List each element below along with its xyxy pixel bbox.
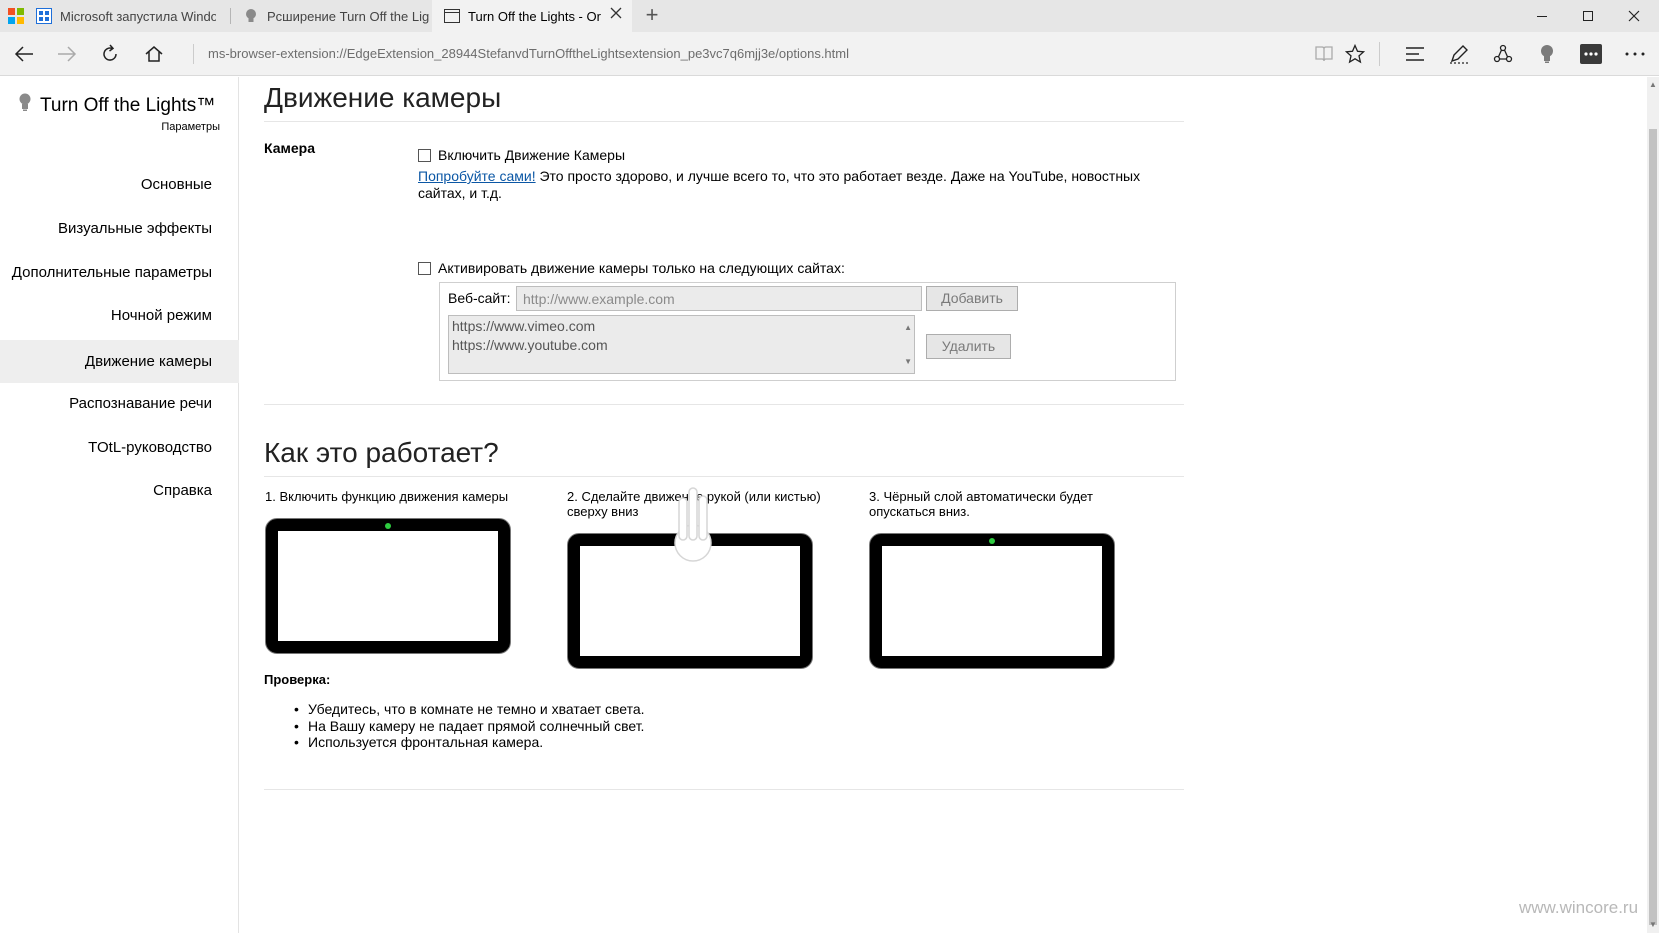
list-item[interactable]: https://www.vimeo.com	[452, 317, 911, 336]
store-icon	[36, 8, 52, 24]
try-it-link[interactable]: Попробуйте сами!	[418, 168, 536, 184]
site-list[interactable]: https://www.vimeo.com https://www.youtub…	[448, 315, 915, 374]
page-icon	[444, 8, 460, 24]
camera-section-label: Камера	[264, 140, 315, 156]
sidebar-item-guide[interactable]: TOtL-руководство	[0, 428, 239, 468]
browser-window: Microsoft запустила Windo Рсширение Turn…	[0, 0, 1659, 933]
check-list: Убедитесь, что в комнате не темно и хват…	[294, 701, 645, 751]
refresh-button[interactable]	[94, 38, 126, 70]
back-button[interactable]	[8, 38, 40, 70]
camera-description: Попробуйте сами! Это просто здорово, и л…	[418, 168, 1168, 202]
tab-title: Turn Off the Lights - Or	[468, 8, 601, 24]
hand-gesture-icon	[670, 486, 716, 569]
check-title: Проверка:	[264, 672, 331, 687]
sidebar-item-advanced[interactable]: Дополнительные параметры	[0, 253, 239, 293]
sidebar-item-night-mode[interactable]: Ночной режим	[0, 296, 239, 336]
web-note-icon[interactable]	[1443, 38, 1475, 70]
hub-icon[interactable]	[1399, 38, 1431, 70]
bulb-logo-icon	[18, 93, 32, 119]
share-icon[interactable]	[1487, 38, 1519, 70]
divider	[264, 789, 1184, 790]
list-item: На Вашу камеру не падает прямой солнечны…	[294, 718, 645, 735]
list-scroll-down-icon[interactable]: ▼	[904, 352, 912, 371]
tab-bar: Microsoft запустила Windo Рсширение Turn…	[0, 0, 1659, 32]
brand-subtitle: Параметры	[161, 121, 220, 133]
step-3-text: 3. Чёрный слой автоматически будет опуск…	[869, 489, 1093, 519]
tablet-illustration-1	[265, 518, 511, 654]
page-title: Движение камеры	[264, 82, 502, 113]
tablet-screen	[882, 546, 1102, 656]
windows-logo-icon	[8, 8, 24, 24]
remove-site-button[interactable]: Удалить	[926, 334, 1011, 359]
sidebar-item-general[interactable]: Основные	[0, 165, 239, 205]
close-tab-icon[interactable]	[610, 7, 622, 22]
enable-camera-label: Включить Движение Камеры	[438, 147, 626, 163]
enable-camera-row: Включить Движение Камеры	[418, 147, 625, 163]
sidebar-item-help[interactable]: Справка	[0, 471, 239, 511]
maximize-button[interactable]	[1565, 0, 1611, 32]
camera-led	[385, 523, 391, 529]
list-item: Убедитесь, что в комнате не темно и хват…	[294, 701, 645, 718]
tab-microsoft[interactable]: Microsoft запустила Windo	[0, 0, 216, 32]
brand-name: Turn Off the Lights™	[40, 95, 216, 116]
favorite-star-icon[interactable]	[1339, 38, 1371, 70]
scroll-thumb[interactable]	[1649, 129, 1657, 925]
extension-bulb-icon[interactable]	[1531, 38, 1563, 70]
forward-button[interactable]	[51, 38, 83, 70]
camera-led	[989, 538, 995, 544]
website-label: Веб-сайт:	[448, 290, 511, 306]
reading-view-icon[interactable]	[1308, 38, 1340, 70]
sidebar-item-camera-motion[interactable]: Движение камеры	[0, 340, 239, 383]
tablet-illustration-3	[869, 533, 1115, 669]
divider	[264, 121, 1184, 122]
scroll-up-icon[interactable]: ▲	[1647, 79, 1659, 91]
divider	[264, 404, 1184, 405]
address-separator	[193, 44, 194, 64]
list-item: Используется фронтальная камера.	[294, 734, 645, 751]
website-input[interactable]	[516, 286, 922, 311]
address-bar[interactable]: ms-browser-extension://EdgeExtension_289…	[208, 46, 849, 61]
tab-title: Microsoft запустила Windo	[60, 8, 216, 24]
tab-options[interactable]: Turn Off the Lights - Or	[432, 0, 632, 32]
more-icon[interactable]	[1619, 38, 1651, 70]
extension-box-icon[interactable]	[1575, 38, 1607, 70]
close-window-button[interactable]	[1611, 0, 1657, 32]
tablet-screen	[278, 531, 498, 641]
brand-title: Turn Off the Lights™	[18, 93, 215, 119]
only-sites-checkbox[interactable]	[418, 261, 431, 275]
new-tab-button[interactable]: +	[640, 4, 664, 28]
sidebar-item-visual-effects[interactable]: Визуальные эффекты	[0, 209, 239, 249]
minimize-button[interactable]	[1519, 0, 1565, 32]
watermark: www.wincore.ru	[1519, 898, 1639, 917]
how-it-works-title: Как это работает?	[264, 437, 499, 468]
divider	[264, 476, 1184, 477]
tab-extension[interactable]: Рсширение Turn Off the Lig	[231, 0, 431, 32]
navigation-bar: ms-browser-extension://EdgeExtension_289…	[0, 32, 1659, 76]
only-sites-label: Активировать движение камеры только на с…	[438, 260, 845, 276]
toolbar-separator	[1379, 42, 1380, 66]
scroll-down-icon[interactable]: ▼	[1647, 919, 1659, 931]
add-site-button[interactable]: Добавить	[926, 286, 1018, 311]
list-scroll-up-icon[interactable]: ▲	[904, 318, 912, 337]
home-button[interactable]	[138, 38, 170, 70]
list-item[interactable]: https://www.youtube.com	[452, 336, 911, 355]
enable-camera-checkbox[interactable]	[418, 148, 431, 162]
sidebar-item-speech[interactable]: Распознавание речи	[0, 384, 239, 424]
page-scrollbar[interactable]: ▲ ▼	[1647, 77, 1659, 933]
only-sites-row: Активировать движение камеры только на с…	[418, 260, 845, 276]
step-1-text: 1. Включить функцию движения камеры	[265, 489, 509, 504]
bulb-icon	[243, 8, 259, 24]
tab-title: Рсширение Turn Off the Lig	[267, 8, 430, 24]
